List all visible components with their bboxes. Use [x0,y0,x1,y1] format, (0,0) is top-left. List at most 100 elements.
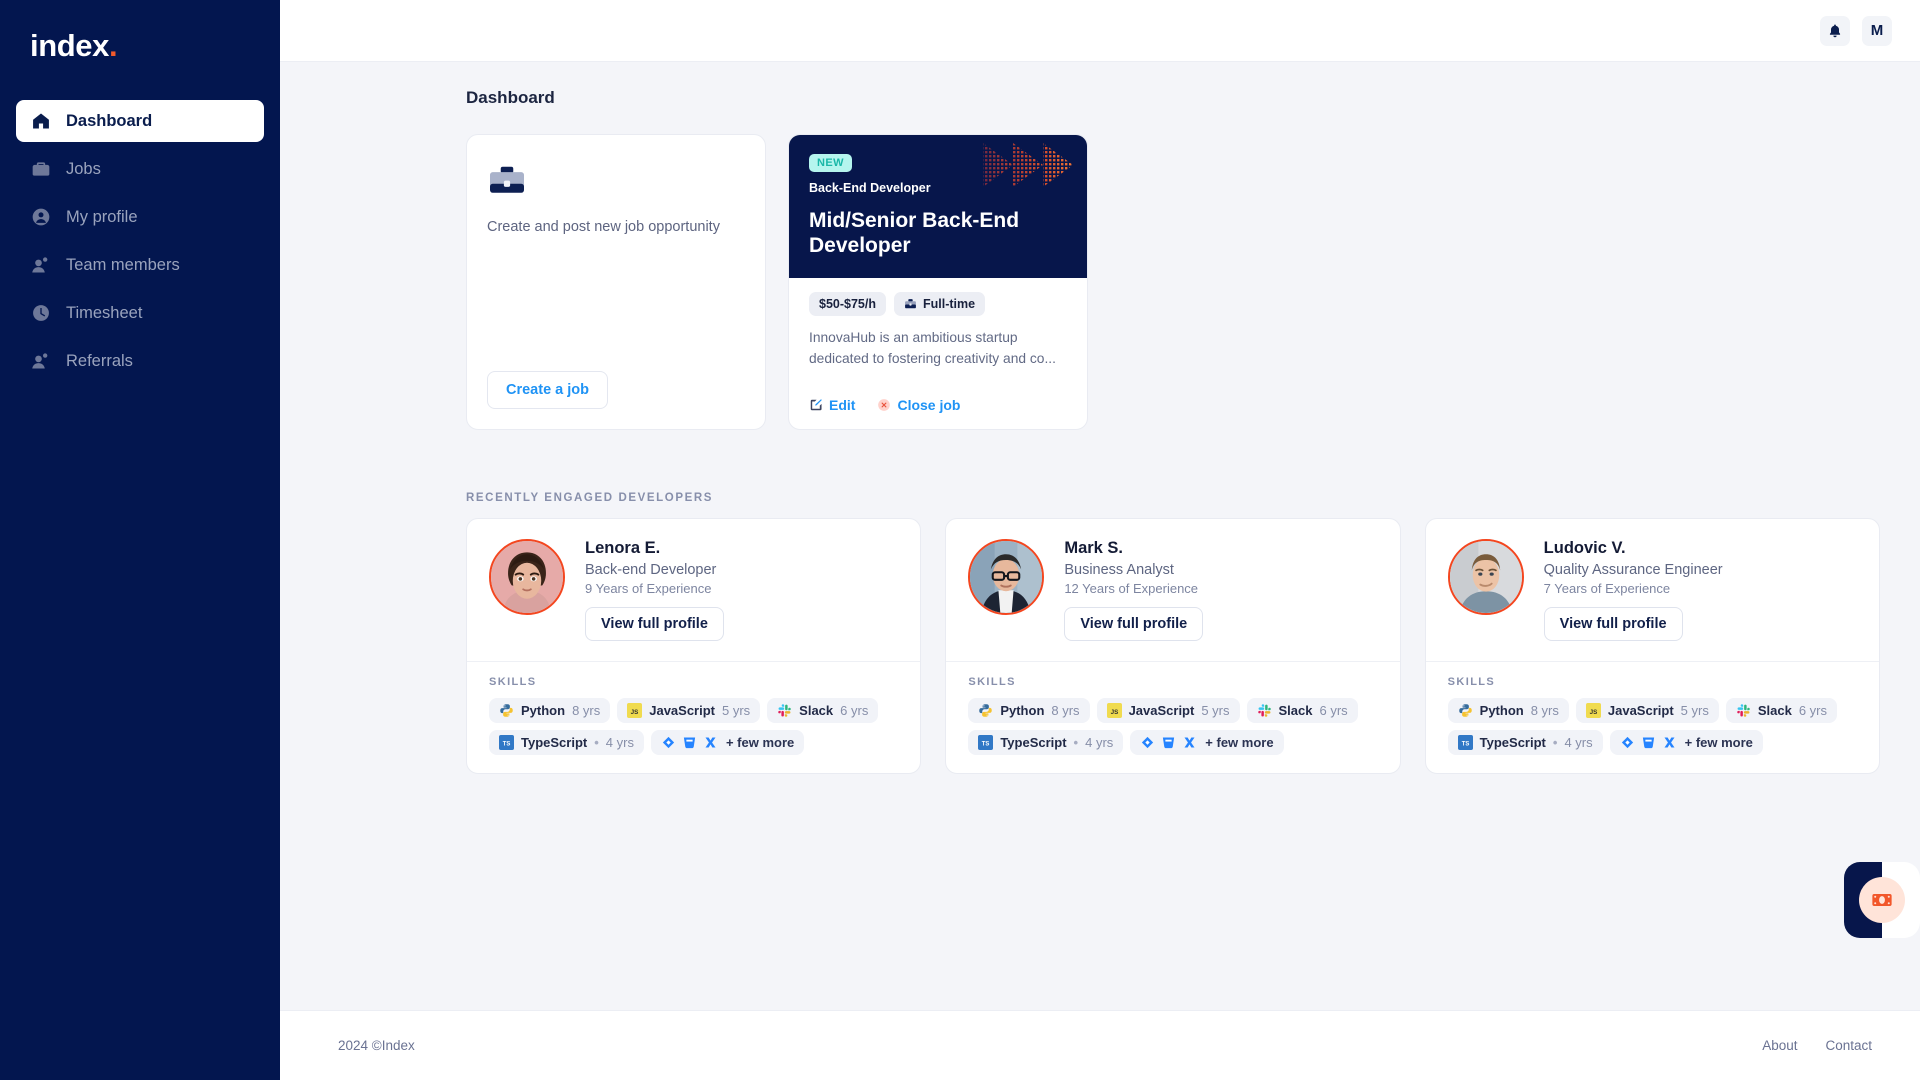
skill-years: 6 yrs [1798,703,1827,718]
footer-link-about[interactable]: About [1762,1038,1797,1053]
skill-years: 8 yrs [1530,703,1559,718]
job-tags: $50-$75/h Full-time [809,292,1067,317]
sidebar-item-label: Referrals [66,351,133,370]
create-job-text: Create and post new job opportunity [487,219,720,235]
logo-dot: . [108,28,118,63]
avatar-initial: M [1870,22,1884,39]
diamond-icon [662,736,675,749]
javascript-icon: JS [627,703,643,718]
developer-card: Ludovic V. Quality Assurance Engineer 7 … [1424,518,1880,774]
avatar [489,539,565,615]
skills-label: SKILLS [489,676,537,688]
more-skills-chip[interactable]: + few more [1609,730,1763,755]
topbar: M [280,0,1920,62]
svg-text:JS: JS [631,709,639,716]
skill-chip[interactable]: TS TypeScript • 4 yrs [968,730,1124,755]
more-skills-chip[interactable]: + few more [650,730,805,755]
skill-name: TypeScript [1479,735,1546,750]
avatar-mark [970,541,1043,613]
avatar [968,539,1045,615]
more-skills-label: + few more [1205,735,1274,750]
skill-years: 4 yrs [1085,735,1114,750]
sidebar-item-jobs[interactable]: Jobs [16,148,264,190]
edit-job-button[interactable]: Edit [809,397,855,413]
job-card: NEW Back-End Developer Mid/Senior Back-E… [788,134,1088,430]
sidebar-item-dashboard[interactable]: Dashboard [16,100,264,142]
skill-chip[interactable]: JS JavaScript 5 yrs [1575,698,1719,723]
floating-payments-widget[interactable] [1844,862,1920,938]
skill-name: JavaScript [649,703,715,718]
skill-years: 4 yrs [1564,735,1593,750]
footer-link-contact[interactable]: Contact [1825,1038,1872,1053]
money-icon [1872,894,1892,906]
developer-info: Ludovic V. Quality Assurance Engineer 7 … [1543,539,1723,641]
briefcase-icon [905,298,916,309]
developer-info: Mark S. Business Analyst 12 Years of Exp… [1064,539,1204,641]
job-category: Back-End Developer [809,181,931,195]
briefcase-icon [490,166,524,193]
developer-skills: SKILLS Python 8 yrs JS JavaScript 5 yrs [1425,661,1879,773]
svg-text:TS: TS [982,742,990,748]
developer-info: Lenora E. Back-end Developer 9 Years of … [585,539,724,641]
footer: 2024 ©Index About Contact [280,1010,1920,1080]
developer-experience: 9 Years of Experience [585,581,712,596]
sidebar-item-team-members[interactable]: Team members [16,244,264,286]
slack-icon [1737,704,1750,717]
more-skills-label: + few more [1684,735,1753,750]
sidebar-item-referrals[interactable]: Referrals [16,340,264,382]
skill-chip[interactable]: Slack 6 yrs [1246,698,1358,723]
logo-text: index [30,28,109,63]
sidebar-item-label: Team members [66,255,180,274]
users-icon [30,350,52,372]
app-logo[interactable]: index. [0,0,280,72]
user-avatar-button[interactable]: M [1862,15,1892,46]
create-a-job-button[interactable]: Create a job [487,371,608,409]
skills-label: SKILLS [968,676,1016,688]
skill-chip[interactable]: TS TypeScript • 4 yrs [1447,730,1603,755]
developer-header: Mark S. Business Analyst 12 Years of Exp… [946,519,1399,661]
sidebar-item-timesheet[interactable]: Timesheet [16,292,264,334]
svg-text:TS: TS [503,742,511,748]
developer-role: Quality Assurance Engineer [1543,562,1723,578]
close-job-button[interactable]: Close job [877,397,960,413]
developer-header: Lenora E. Back-end Developer 9 Years of … [467,519,920,661]
view-full-profile-button[interactable]: View full profile [585,607,724,641]
skill-chip[interactable]: JS JavaScript 5 yrs [617,698,761,723]
skill-chip[interactable]: Slack 6 yrs [767,698,879,723]
more-skills-chip[interactable]: + few more [1130,730,1284,755]
python-icon [1458,704,1472,717]
sidebar-item-label: My profile [66,207,138,226]
developer-role: Back-end Developer [585,562,717,578]
job-cards-row: Create and post new job opportunity Crea… [466,134,1880,430]
skill-name: JavaScript [1607,703,1674,718]
skill-years: 4 yrs [605,735,634,750]
notifications-button[interactable] [1820,15,1850,46]
developer-experience: 7 Years of Experience [1543,581,1671,596]
skill-name: Python [521,703,566,718]
typescript-icon: TS [499,735,514,750]
skill-chip[interactable]: TS TypeScript • 4 yrs [489,730,644,755]
sidebar-item-my-profile[interactable]: My profile [16,196,264,238]
pencil-square-icon [810,399,822,411]
avatar-lenora [491,541,563,613]
svg-text:JS: JS [1590,709,1598,716]
view-full-profile-button[interactable]: View full profile [1543,607,1683,641]
skill-chip[interactable]: Python 8 yrs [968,698,1090,723]
skill-chip[interactable]: Python 8 yrs [489,698,611,723]
trash-icon [1642,737,1654,749]
avatar-ludovic [1449,541,1522,613]
skill-chip[interactable]: JS JavaScript 5 yrs [1096,698,1240,723]
scissors-icon [1184,737,1195,748]
skill-name: Slack [1757,703,1792,718]
skill-chip[interactable]: Python 8 yrs [1447,698,1569,723]
javascript-icon: JS [1585,703,1601,718]
diamond-icon [1142,736,1154,749]
developer-experience: 12 Years of Experience [1064,581,1199,596]
developer-role: Business Analyst [1064,562,1174,578]
svg-text:TS: TS [1461,742,1469,748]
recently-engaged-developers-label: RECENTLY ENGAGED DEVELOPERS [466,492,714,504]
job-title: Mid/Senior Back-End Developer [809,209,1020,258]
skill-name: TypeScript [521,735,588,750]
view-full-profile-button[interactable]: View full profile [1064,607,1204,641]
skill-chip[interactable]: Slack 6 yrs [1725,698,1837,723]
